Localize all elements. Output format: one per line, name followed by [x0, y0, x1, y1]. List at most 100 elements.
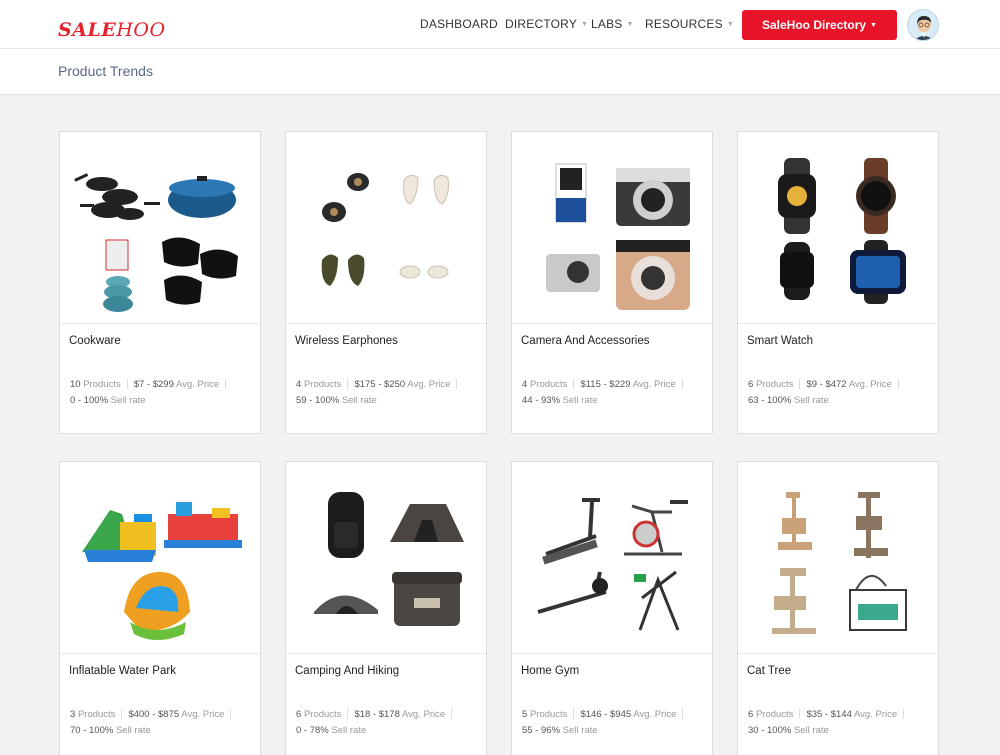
- sell-rate: 0 - 78%: [296, 725, 329, 736]
- camera-accessories-image: [512, 132, 712, 324]
- divider: [573, 709, 575, 720]
- card-stats: 5 Products $146 - $945 Avg. Price 55 - 96…: [522, 707, 689, 739]
- products-label: Products: [77, 709, 116, 720]
- top-navbar: SALEHOO DASHBOARD DIRECTORY ▼ LABS ▼ RESOU…: [0, 0, 1000, 49]
- divider: [126, 379, 128, 390]
- nav-directory-label: DIRECTORY: [505, 17, 578, 31]
- camping-hiking-image: [286, 462, 486, 654]
- nav-directory[interactable]: DIRECTORY ▼: [505, 17, 588, 31]
- divider: [347, 379, 349, 390]
- product-card-cookware[interactable]: Cookware 10 Products $7 - $299 Avg. Price…: [59, 131, 261, 434]
- card-stats: 6 Products $35 - $144 Avg. Price 30 - 100…: [748, 707, 910, 739]
- product-count: 3: [70, 709, 76, 720]
- smart-watch-image: [738, 132, 938, 324]
- products-label: Products: [83, 379, 121, 390]
- avg-price-label: Avg. Price: [633, 709, 677, 720]
- products-label: Products: [303, 709, 342, 720]
- sell-rate-label: Sell rate: [562, 725, 598, 736]
- price-range: $400 - $875: [128, 709, 180, 720]
- sell-rate-label: Sell rate: [331, 725, 367, 736]
- divider: [682, 709, 684, 720]
- nav-labs[interactable]: LABS ▼: [591, 17, 634, 31]
- product-card-wireless-earphones[interactable]: Wireless Earphones 4 Products $175 - $250…: [285, 131, 487, 434]
- product-card-smart-watch[interactable]: Smart Watch 6 Products $9 - $472 Avg. Pri…: [737, 131, 939, 434]
- sell-rate-label: Sell rate: [793, 395, 829, 406]
- divider: [573, 379, 575, 390]
- sell-rate: 59 - 100%: [296, 395, 340, 406]
- nav-resources[interactable]: RESOURCES ▼: [645, 17, 734, 31]
- product-count: 6: [748, 709, 754, 720]
- card-stats: 3 Products $400 - $875 Avg. Price 70 - 10…: [70, 707, 237, 739]
- divider: [799, 709, 801, 720]
- price-range: $175 - $250: [354, 379, 406, 390]
- sell-rate-label: Sell rate: [793, 725, 829, 736]
- sell-rate: 70 - 100%: [70, 725, 114, 736]
- avg-price-label: Avg. Price: [407, 379, 451, 390]
- home-gym-image: [512, 462, 712, 654]
- divider: [121, 709, 123, 720]
- product-card-inflatable-water-park[interactable]: Inflatable Water Park 3 Products $400 - $…: [59, 461, 261, 755]
- product-card-camera-accessories[interactable]: Camera And Accessories 4 Products $115 - …: [511, 131, 713, 434]
- page-header: Product Trends: [0, 49, 1000, 95]
- price-range: $9 - $472: [806, 379, 847, 390]
- wireless-earphones-image: [286, 132, 486, 324]
- divider: [347, 709, 349, 720]
- products-label: Products: [303, 379, 342, 390]
- salehoo-logo[interactable]: SALEHOO: [58, 19, 166, 41]
- product-count: 4: [296, 379, 302, 390]
- sell-rate: 55 - 96%: [522, 725, 561, 736]
- nav-resources-label: RESOURCES: [645, 17, 723, 31]
- sell-rate: 44 - 93%: [522, 395, 561, 406]
- card-title: Wireless Earphones: [295, 335, 398, 347]
- card-title: Home Gym: [521, 665, 580, 677]
- avg-price-label: Avg. Price: [854, 709, 898, 720]
- avg-price-label: Avg. Price: [632, 379, 676, 390]
- product-count: 10: [70, 379, 81, 390]
- card-stats: 4 Products $115 - $229 Avg. Price 44 - 93…: [522, 377, 689, 409]
- card-title: Inflatable Water Park: [69, 665, 176, 677]
- price-range: $115 - $229: [580, 379, 631, 390]
- product-card-home-gym[interactable]: Home Gym 5 Products $146 - $945 Avg. Pric…: [511, 461, 713, 755]
- card-title: Camping And Hiking: [295, 665, 400, 677]
- sell-rate-label: Sell rate: [110, 395, 146, 406]
- price-range: $7 - $299: [133, 379, 174, 390]
- nav-dashboard[interactable]: DASHBOARD: [420, 17, 498, 31]
- sell-rate: 30 - 100%: [748, 725, 792, 736]
- sell-rate-label: Sell rate: [341, 395, 377, 406]
- product-count: 6: [296, 709, 302, 720]
- card-stats: 10 Products $7 - $299 Avg. Price 0 - 100%…: [70, 377, 232, 409]
- chevron-down-icon: ▼: [626, 21, 634, 29]
- price-range: $18 - $178: [354, 709, 400, 720]
- sell-rate: 63 - 100%: [748, 395, 792, 406]
- chevron-down-icon: ▼: [726, 21, 734, 29]
- salehoo-directory-button[interactable]: SaleHoo Directory ▼: [742, 10, 897, 40]
- product-count: 4: [522, 379, 528, 390]
- card-title: Cat Tree: [747, 665, 792, 677]
- price-range: $35 - $144: [806, 709, 852, 720]
- product-count: 6: [748, 379, 754, 390]
- chevron-down-icon: ▼: [870, 21, 877, 29]
- avg-price-label: Avg. Price: [848, 379, 892, 390]
- divider: [681, 379, 683, 390]
- divider: [903, 709, 905, 720]
- avg-price-label: Avg. Price: [176, 379, 220, 390]
- directory-button-label: SaleHoo Directory: [762, 18, 867, 32]
- card-stats: 6 Products $9 - $472 Avg. Price 63 - 100%…: [748, 377, 905, 409]
- nav-labs-label: LABS: [591, 17, 623, 31]
- nav-dashboard-label: DASHBOARD: [420, 17, 498, 31]
- user-avatar[interactable]: [907, 9, 939, 41]
- product-card-camping-hiking[interactable]: Camping And Hiking 6 Products $18 - $178 …: [285, 461, 487, 755]
- divider: [456, 379, 458, 390]
- card-stats: 4 Products $175 - $250 Avg. Price 59 - 10…: [296, 377, 463, 409]
- card-title: Cookware: [69, 335, 121, 347]
- card-title: Smart Watch: [747, 335, 814, 347]
- products-label: Products: [529, 379, 568, 390]
- product-count: 5: [522, 709, 528, 720]
- card-title: Camera And Accessories: [521, 335, 650, 347]
- avg-price-label: Avg. Price: [402, 709, 446, 720]
- divider: [799, 379, 801, 390]
- card-stats: 6 Products $18 - $178 Avg. Price 0 - 78% …: [296, 707, 458, 739]
- products-label: Products: [529, 709, 568, 720]
- divider: [451, 709, 453, 720]
- product-card-cat-tree[interactable]: Cat Tree 6 Products $35 - $144 Avg. Price…: [737, 461, 939, 755]
